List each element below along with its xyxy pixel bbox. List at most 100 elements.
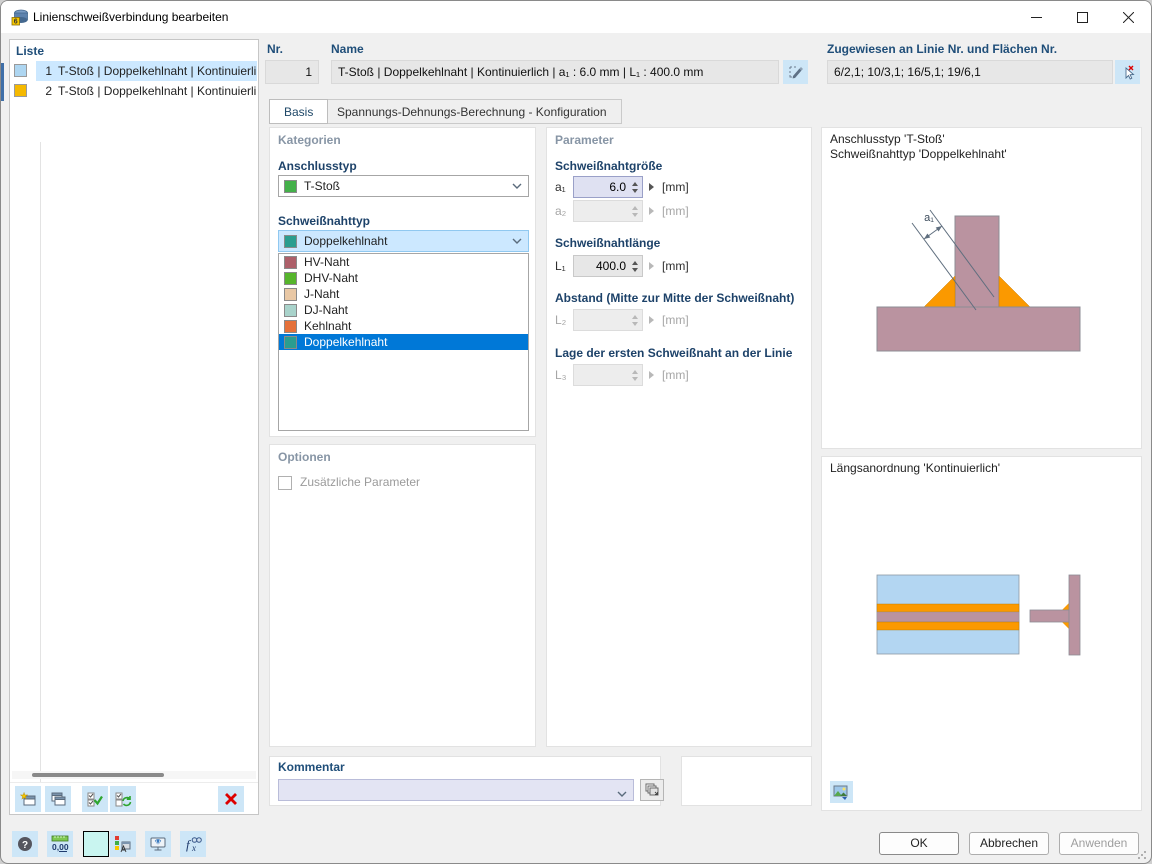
arrangement-diagram	[876, 574, 1081, 656]
tab-basis[interactable]: Basis	[269, 99, 329, 124]
l1-flyout-arrow[interactable]	[649, 262, 654, 270]
copy-icon	[51, 792, 66, 806]
edit-pencil-icon	[788, 64, 804, 80]
close-button[interactable]	[1105, 1, 1151, 33]
apply-comment-to-all-button[interactable]	[640, 779, 664, 801]
list-item[interactable]: 2 T-Stoß | Doppelkehlnaht | Kontinuierli…	[10, 81, 258, 101]
l2-label: L₂	[555, 313, 567, 327]
liste-toolbar: ★	[10, 782, 258, 814]
scrollbar-thumb[interactable]	[32, 773, 164, 777]
weld-type-option[interactable]: J-Naht	[279, 286, 528, 302]
l1-spinner[interactable]	[630, 257, 640, 275]
l1-row: L₁ 400.0 [mm]	[555, 255, 689, 277]
select-objects-button[interactable]	[1115, 60, 1140, 84]
dimension-label: a₁	[924, 212, 934, 224]
l3-input	[573, 364, 643, 386]
weld-type-option[interactable]: HV-Naht	[279, 254, 528, 270]
position-label: Lage der ersten Schweißnaht an der Linie	[555, 346, 793, 360]
rendering-button[interactable]	[145, 831, 171, 857]
invert-selection-button[interactable]	[110, 786, 136, 812]
option-label: Kehlnaht	[304, 319, 352, 333]
option-color-swatch	[284, 319, 297, 333]
joint-preview-title-2: Schweißnahttyp 'Doppelkehlnaht'	[830, 147, 1007, 161]
dialog-window: 6 Linienschweißverbindung bearbeiten Lis…	[0, 0, 1152, 864]
apply-button[interactable]: Anwenden	[1059, 832, 1139, 855]
chevron-down-icon	[512, 234, 522, 248]
option-label: J-Naht	[304, 287, 340, 301]
kommentar-combobox[interactable]	[278, 779, 634, 801]
help-button[interactable]: ?	[12, 831, 38, 857]
a1-label: a₁	[555, 180, 566, 194]
tree-line	[40, 142, 41, 802]
item-number: 1	[45, 64, 52, 78]
l1-unit: [mm]	[662, 259, 689, 273]
a1-spinner[interactable]	[630, 178, 640, 196]
app-icon: 6	[11, 8, 29, 26]
cancel-button[interactable]: Abbrechen	[969, 832, 1049, 855]
arrangement-title: Längsanordnung 'Kontinuierlich'	[830, 461, 1001, 475]
invert-selection-icon	[115, 792, 132, 807]
minimize-button[interactable]	[1013, 1, 1059, 33]
copy-item-button[interactable]	[45, 786, 71, 812]
assigned-field[interactable]: 6/2,1; 10/3,1; 16/5,1; 19/6,1	[827, 60, 1113, 84]
color-swatch-button[interactable]	[83, 831, 109, 857]
item-color-swatch	[14, 64, 27, 77]
checkbox-label: Zusätzliche Parameter	[300, 475, 421, 489]
item-color-swatch	[14, 84, 27, 97]
ok-button[interactable]: OK	[879, 832, 959, 855]
option-label: Doppelkehlnaht	[304, 335, 388, 349]
arrangement-preview-panel: Längsanordnung 'Kontinuierlich'	[821, 456, 1142, 811]
name-label: Name	[331, 42, 364, 56]
weld-type-option[interactable]: DHV-Naht	[279, 270, 528, 286]
select-all-button[interactable]	[82, 786, 108, 812]
name-field[interactable]: T-Stoß | Doppelkehlnaht | Kontinuierlich…	[331, 60, 779, 84]
spacer-panel	[681, 756, 812, 806]
save-image-button[interactable]	[830, 781, 853, 803]
list-item[interactable]: 1 T-Stoß | Doppelkehlnaht | Kontinuierli…	[10, 61, 258, 81]
optionen-panel: Optionen Zusätzliche Parameter	[269, 444, 536, 747]
weld-type-option[interactable]: DJ-Naht	[279, 302, 528, 318]
a1-value: 6.0	[609, 180, 626, 194]
l2-row: L₂ [mm]	[555, 309, 689, 331]
a1-flyout-arrow[interactable]	[649, 183, 654, 191]
anschlusstyp-combobox[interactable]: T-Stoß	[278, 175, 529, 197]
svg-text:?: ?	[22, 840, 28, 851]
units-icon: 0,00	[51, 835, 69, 852]
delete-icon	[225, 793, 237, 805]
new-window-icon: ★	[20, 791, 36, 806]
window-title: Linienschweißverbindung bearbeiten	[33, 10, 229, 24]
chevron-down-icon	[617, 787, 627, 801]
a2-label: a₂	[555, 204, 567, 218]
a1-input[interactable]: 6.0	[573, 176, 643, 198]
kategorien-header: Kategorien	[278, 133, 341, 147]
schweissnahttyp-combobox[interactable]: Doppelkehlnaht	[278, 230, 529, 252]
pick-cursor-icon	[1120, 64, 1136, 80]
l1-label: L₁	[555, 259, 566, 273]
l2-flyout-arrow	[649, 316, 654, 324]
units-settings-button[interactable]: 0,00	[47, 831, 73, 857]
t-joint-diagram: a₁	[876, 209, 1081, 352]
resize-grip[interactable]	[1137, 849, 1147, 859]
display-properties-button[interactable]	[110, 831, 136, 857]
l2-unit: [mm]	[662, 313, 689, 327]
delete-item-button[interactable]	[218, 786, 244, 812]
tab-spannungs-dehnungs[interactable]: Spannungs-Dehnungs-Berechnung - Konfigur…	[322, 99, 622, 124]
l1-input[interactable]: 400.0	[573, 255, 643, 277]
l2-spinner	[630, 311, 640, 329]
item-number: 2	[45, 84, 52, 98]
option-color-swatch	[284, 287, 297, 301]
weld-type-option-selected[interactable]: Doppelkehlnaht	[279, 334, 528, 350]
new-item-button[interactable]: ★	[15, 786, 41, 812]
weld-size-label: Schweißnahtgröße	[555, 159, 663, 173]
select-all-icon	[87, 792, 103, 807]
monitor-icon	[150, 837, 166, 851]
rename-button[interactable]	[783, 60, 808, 84]
weld-length-label: Schweißnahtlänge	[555, 236, 661, 250]
joint-preview-panel: Anschlusstyp 'T-Stoß' Schweißnahttyp 'Do…	[821, 127, 1142, 449]
weld-type-option[interactable]: Kehlnaht	[279, 318, 528, 334]
zusaetzliche-parameter-checkbox[interactable]	[278, 476, 292, 490]
a1-unit: [mm]	[662, 180, 689, 194]
maximize-button[interactable]	[1059, 1, 1105, 33]
formula-view-button[interactable]: f x	[180, 831, 206, 857]
horizontal-scrollbar[interactable]	[12, 771, 256, 779]
